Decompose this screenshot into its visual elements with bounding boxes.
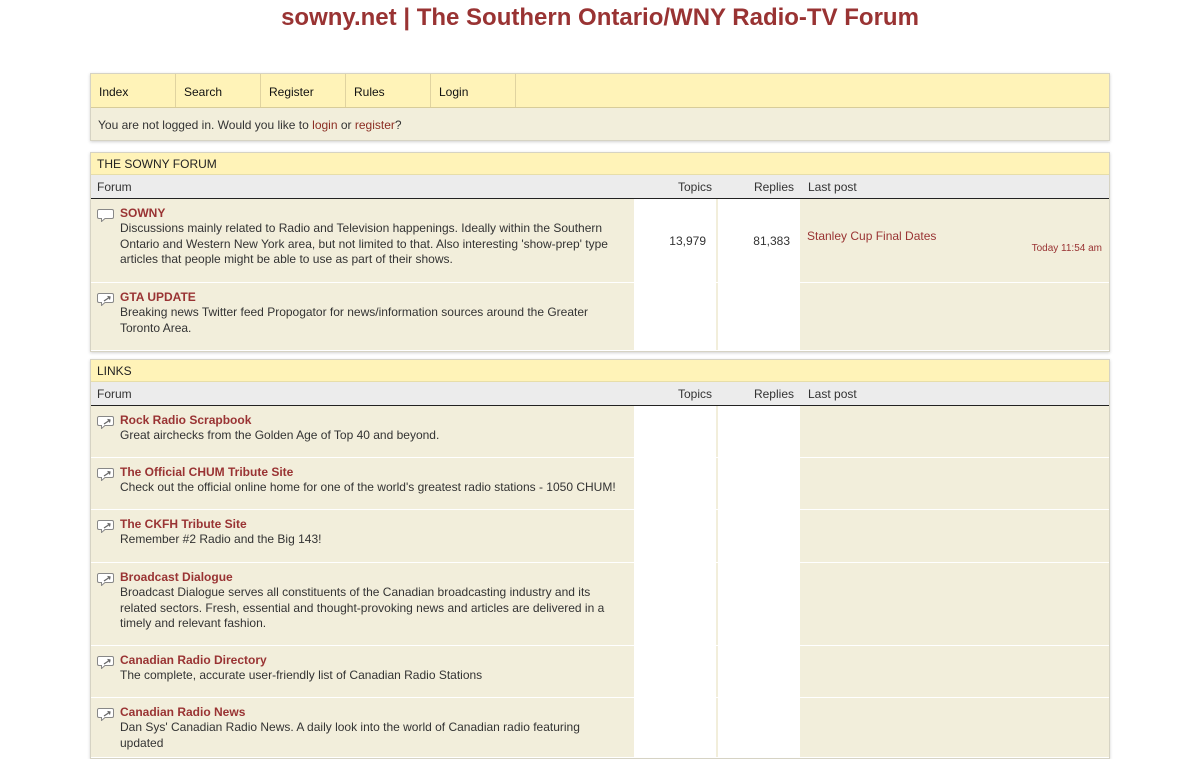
last-post-cell (800, 510, 1109, 562)
redirect-icon (97, 708, 114, 721)
topics-count (636, 283, 718, 350)
column-headers: Forum Topics Replies Last post (91, 382, 1109, 406)
forum-cell: Canadian Radio News Dan Sys' Canadian Ra… (91, 698, 636, 757)
replies-count (718, 406, 800, 457)
replies-count (718, 510, 800, 562)
replies-count (718, 283, 800, 350)
topics-count (636, 563, 718, 645)
redirect-icon (97, 468, 114, 481)
nav-tab-rules[interactable]: Rules (346, 74, 431, 107)
forum-row: Rock Radio Scrapbook Great airchecks fro… (91, 406, 1109, 458)
forum-cell: GTA UPDATE Breaking news Twitter feed Pr… (91, 283, 636, 350)
nav-tab-login[interactable]: Login (431, 74, 516, 107)
category-title: LINKS (91, 360, 1109, 382)
last-post-cell (800, 458, 1109, 509)
forum-row: The CKFH Tribute Site Remember #2 Radio … (91, 510, 1109, 563)
redirect-icon (97, 416, 114, 429)
topics-count (636, 458, 718, 509)
site-title: sowny.net | The Southern Ontario/WNY Rad… (281, 4, 919, 31)
forum-description: Breaking news Twitter feed Propogator fo… (120, 305, 589, 335)
forum-link-chum-tribute[interactable]: The Official CHUM Tribute Site (120, 465, 626, 480)
forum-link-canadian-radio-directory[interactable]: Canadian Radio Directory (120, 653, 626, 668)
forum-description: Great airchecks from the Golden Age of T… (120, 428, 440, 442)
forum-description: Remember #2 Radio and the Big 143! (120, 532, 322, 546)
links-section: LINKS Forum Topics Replies Last post Roc… (90, 359, 1110, 759)
redirect-icon (97, 573, 114, 586)
forum-cell: The CKFH Tribute Site Remember #2 Radio … (91, 510, 636, 562)
topics-count (636, 510, 718, 562)
topics-count (636, 646, 718, 697)
forum-row: Broadcast Dialogue Broadcast Dialogue se… (91, 563, 1109, 646)
redirect-icon (97, 520, 114, 533)
nav-tab-index[interactable]: Index (91, 74, 176, 107)
replies-count (718, 698, 800, 757)
speech-bubble-icon (97, 209, 114, 222)
col-forum: Forum (97, 387, 132, 401)
forum-link-sowny[interactable]: SOWNY (120, 206, 626, 221)
forum-cell: SOWNY Discussions mainly related to Radi… (91, 199, 636, 282)
topics-count: 13,979 (636, 199, 718, 282)
col-topics: Topics (677, 387, 712, 401)
forum-cell: Broadcast Dialogue Broadcast Dialogue se… (91, 563, 636, 645)
forum-row: SOWNY Discussions mainly related to Radi… (91, 199, 1109, 283)
replies-count: 81,383 (718, 199, 800, 282)
forum-row: Canadian Radio News Dan Sys' Canadian Ra… (91, 698, 1109, 758)
forum-row: Canadian Radio Directory The complete, a… (91, 646, 1109, 698)
login-msg-prefix: You are not logged in. Would you like to (98, 118, 313, 132)
forum-link-rock-radio-scrapbook[interactable]: Rock Radio Scrapbook (120, 413, 626, 428)
forum-description: Broadcast Dialogue serves all constituen… (120, 585, 605, 630)
forum-description: Dan Sys' Canadian Radio News. A daily lo… (120, 720, 580, 750)
col-last-post: Last post (808, 387, 857, 401)
register-link[interactable]: register (355, 118, 395, 132)
last-post-cell (800, 406, 1109, 457)
last-post-time: Today 11:54 am (1031, 243, 1102, 254)
replies-count (718, 646, 800, 697)
replies-count (718, 458, 800, 509)
forum-link-gta-update[interactable]: GTA UPDATE (120, 290, 626, 305)
login-msg-or: or (337, 118, 355, 132)
last-post-cell: Stanley Cup Final Dates Today 11:54 am (800, 199, 1109, 282)
col-replies: Replies (753, 387, 794, 401)
forum-cell: Canadian Radio Directory The complete, a… (91, 646, 636, 697)
forum-cell: Rock Radio Scrapbook Great airchecks fro… (91, 406, 636, 457)
login-link[interactable]: login (312, 118, 337, 132)
column-headers: Forum Topics Replies Last post (91, 175, 1109, 199)
nav-bar: Index Search Register Rules Login (91, 74, 1109, 108)
sowny-forum-section: THE SOWNY FORUM Forum Topics Replies Las… (90, 152, 1110, 352)
login-message: You are not logged in. Would you like to… (91, 108, 1109, 142)
category-title: THE SOWNY FORUM (91, 153, 1109, 175)
col-forum: Forum (97, 180, 132, 194)
forum-description: The complete, accurate user-friendly lis… (120, 668, 483, 682)
col-replies: Replies (753, 180, 794, 194)
forum-cell: The Official CHUM Tribute Site Check out… (91, 458, 636, 509)
forum-description: Check out the official online home for o… (120, 480, 616, 494)
replies-count (718, 563, 800, 645)
nav-tab-search[interactable]: Search (176, 74, 261, 107)
last-post-cell (800, 283, 1109, 350)
last-post-cell (800, 563, 1109, 645)
forum-link-canadian-radio-news[interactable]: Canadian Radio News (120, 705, 626, 720)
forum-link-ckfh-tribute[interactable]: The CKFH Tribute Site (120, 517, 626, 532)
nav-tab-register[interactable]: Register (261, 74, 346, 107)
redirect-icon (97, 293, 114, 306)
forum-row: The Official CHUM Tribute Site Check out… (91, 458, 1109, 510)
nav-panel: Index Search Register Rules Login You ar… (90, 73, 1110, 141)
last-post-link[interactable]: Stanley Cup Final Dates (807, 229, 936, 243)
forum-link-broadcast-dialogue[interactable]: Broadcast Dialogue (120, 570, 626, 585)
topics-count (636, 698, 718, 757)
forum-description: Discussions mainly related to Radio and … (120, 221, 608, 266)
forum-row: GTA UPDATE Breaking news Twitter feed Pr… (91, 283, 1109, 351)
col-topics: Topics (677, 180, 712, 194)
last-post-cell (800, 698, 1109, 757)
col-last-post: Last post (808, 180, 857, 194)
last-post-cell (800, 646, 1109, 697)
login-msg-suffix: ? (394, 118, 402, 132)
topics-count (636, 406, 718, 457)
redirect-icon (97, 656, 114, 669)
